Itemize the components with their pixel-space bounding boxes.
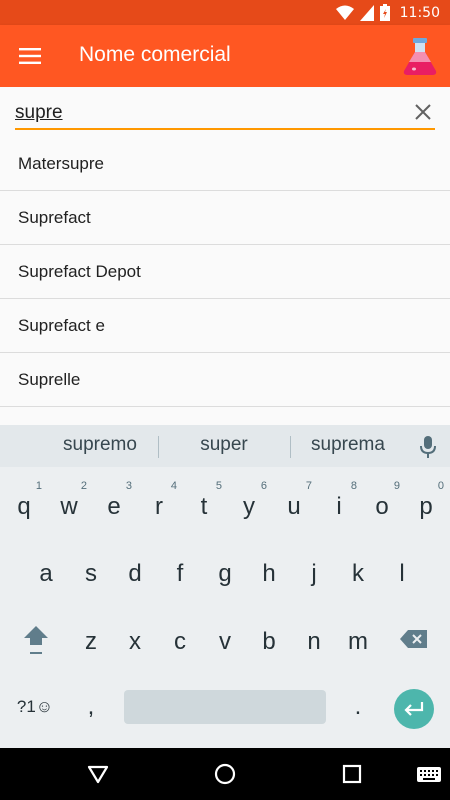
close-icon — [415, 104, 431, 120]
backspace-key[interactable] — [392, 612, 436, 666]
list-item[interactable]: Suprelle — [0, 353, 450, 407]
recents-button[interactable] — [340, 762, 364, 786]
suggestion-strip: supremo super suprema — [0, 425, 450, 467]
enter-key[interactable] — [394, 689, 434, 729]
voice-input-button[interactable] — [418, 435, 438, 459]
backspace-icon — [400, 630, 427, 648]
search-bar — [0, 87, 450, 137]
results-list: Matersupre Suprefact Suprefact Depot Sup… — [0, 137, 450, 407]
space-key[interactable] — [124, 690, 326, 724]
key-d[interactable]: d — [113, 544, 157, 598]
shift-key[interactable] — [14, 612, 58, 666]
key-s[interactable]: s — [69, 544, 113, 598]
key-p[interactable]: 0p — [404, 477, 448, 531]
back-button[interactable] — [86, 762, 110, 786]
key-f[interactable]: f — [158, 544, 202, 598]
key-j[interactable]: j — [292, 544, 336, 598]
signal-icon — [359, 4, 374, 21]
battery-icon — [379, 4, 390, 21]
microphone-icon — [420, 436, 436, 458]
suggestion-2[interactable]: super — [159, 434, 289, 456]
status-icons: 11:50 — [335, 4, 440, 21]
list-item[interactable]: Suprefact — [0, 191, 450, 245]
list-item[interactable]: Suprefact e — [0, 299, 450, 353]
key-r[interactable]: 4r — [137, 477, 181, 531]
key-e[interactable]: 3e — [92, 477, 136, 531]
key-z[interactable]: z — [69, 612, 113, 666]
shift-icon — [24, 626, 48, 654]
comma-key[interactable]: , — [69, 680, 113, 734]
key-q[interactable]: 1q — [2, 477, 46, 531]
key-i[interactable]: 8i — [317, 477, 361, 531]
search-input[interactable] — [15, 99, 405, 127]
home-circle-icon — [214, 763, 236, 785]
key-g[interactable]: g — [203, 544, 247, 598]
clock: 11:50 — [399, 4, 440, 21]
enter-icon — [404, 702, 424, 716]
keyboard: supremo super suprema 1q 2w 3e 4r 5t 6y … — [0, 425, 450, 748]
page-title: Nome comercial — [79, 43, 231, 66]
symbols-key[interactable]: ?1☺ — [12, 680, 58, 734]
home-button[interactable] — [213, 762, 237, 786]
flask-icon — [403, 38, 437, 75]
suggestion-1[interactable]: supremo — [35, 434, 165, 456]
key-c[interactable]: c — [158, 612, 202, 666]
key-n[interactable]: n — [292, 612, 336, 666]
suggestion-3[interactable]: suprema — [283, 434, 413, 456]
list-item[interactable]: Suprefact Depot — [0, 245, 450, 299]
key-h[interactable]: h — [247, 544, 291, 598]
key-w[interactable]: 2w — [47, 477, 91, 531]
key-a[interactable]: a — [24, 544, 68, 598]
key-u[interactable]: 7u — [272, 477, 316, 531]
keyboard-switch-button[interactable] — [416, 762, 442, 786]
key-k[interactable]: k — [336, 544, 380, 598]
menu-button[interactable] — [12, 38, 48, 74]
flask-button[interactable] — [400, 37, 440, 77]
key-y[interactable]: 6y — [227, 477, 271, 531]
hamburger-menu-icon — [19, 48, 41, 64]
key-m[interactable]: m — [336, 612, 380, 666]
back-triangle-icon — [87, 765, 109, 784]
recents-square-icon — [342, 764, 362, 784]
list-item[interactable]: Matersupre — [0, 137, 450, 191]
key-v[interactable]: v — [203, 612, 247, 666]
status-bar: 11:50 — [0, 0, 450, 25]
key-b[interactable]: b — [247, 612, 291, 666]
search-underline — [15, 128, 435, 130]
keyboard-icon — [417, 767, 441, 782]
period-key[interactable]: . — [336, 680, 380, 734]
navigation-bar — [0, 748, 450, 800]
key-t[interactable]: 5t — [182, 477, 226, 531]
key-o[interactable]: 9o — [360, 477, 404, 531]
key-l[interactable]: l — [380, 544, 424, 598]
clear-search-button[interactable] — [412, 101, 434, 123]
wifi-icon — [335, 5, 354, 20]
app-bar: Nome comercial — [0, 25, 450, 87]
key-x[interactable]: x — [113, 612, 157, 666]
